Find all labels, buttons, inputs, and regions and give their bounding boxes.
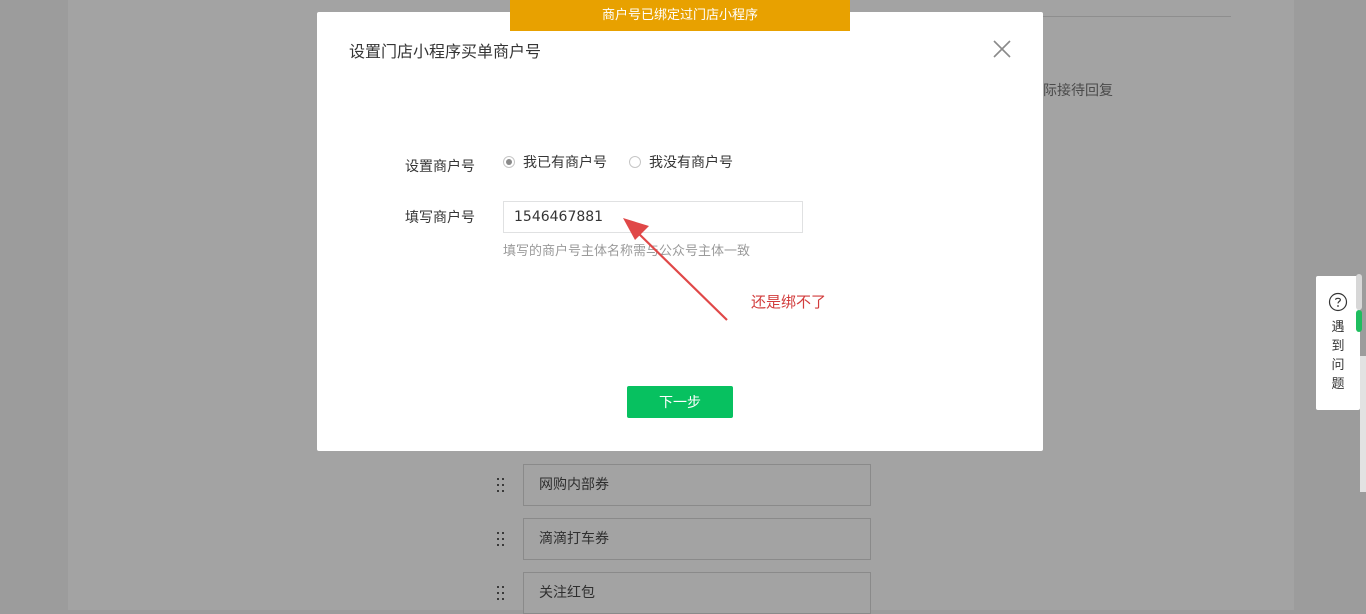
drag-handle-icon[interactable] <box>497 478 505 494</box>
scrollbar-indicator <box>1356 310 1362 332</box>
annotation-arrow-icon <box>623 218 728 321</box>
drag-handle-icon[interactable] <box>497 532 505 548</box>
annotation-note: 还是绑不了 <box>751 293 827 311</box>
toast-message: 商户号已绑定过门店小程序 <box>510 0 850 31</box>
list-item[interactable]: 关注红包 <box>523 572 871 614</box>
list-item[interactable]: 滴滴打车券 <box>523 518 871 560</box>
side-panel-edge <box>1360 356 1366 492</box>
merchant-dialog: 设置门店小程序买单商户号 设置商户号 我已有商户号 我没有商户号 填写商户号 填… <box>317 12 1043 451</box>
background-text: 际接待回复 <box>1043 83 1113 99</box>
help-widget[interactable]: 遇到问题 <box>1316 276 1360 410</box>
divider <box>1043 16 1231 17</box>
scrollbar-thumb[interactable] <box>1356 274 1362 310</box>
question-circle-icon <box>1328 292 1348 312</box>
help-label: 遇到问题 <box>1331 320 1345 392</box>
list-item[interactable]: 网购内部券 <box>523 464 871 506</box>
scrollbar[interactable] <box>1356 274 1362 334</box>
drag-handle-icon[interactable] <box>497 586 505 602</box>
